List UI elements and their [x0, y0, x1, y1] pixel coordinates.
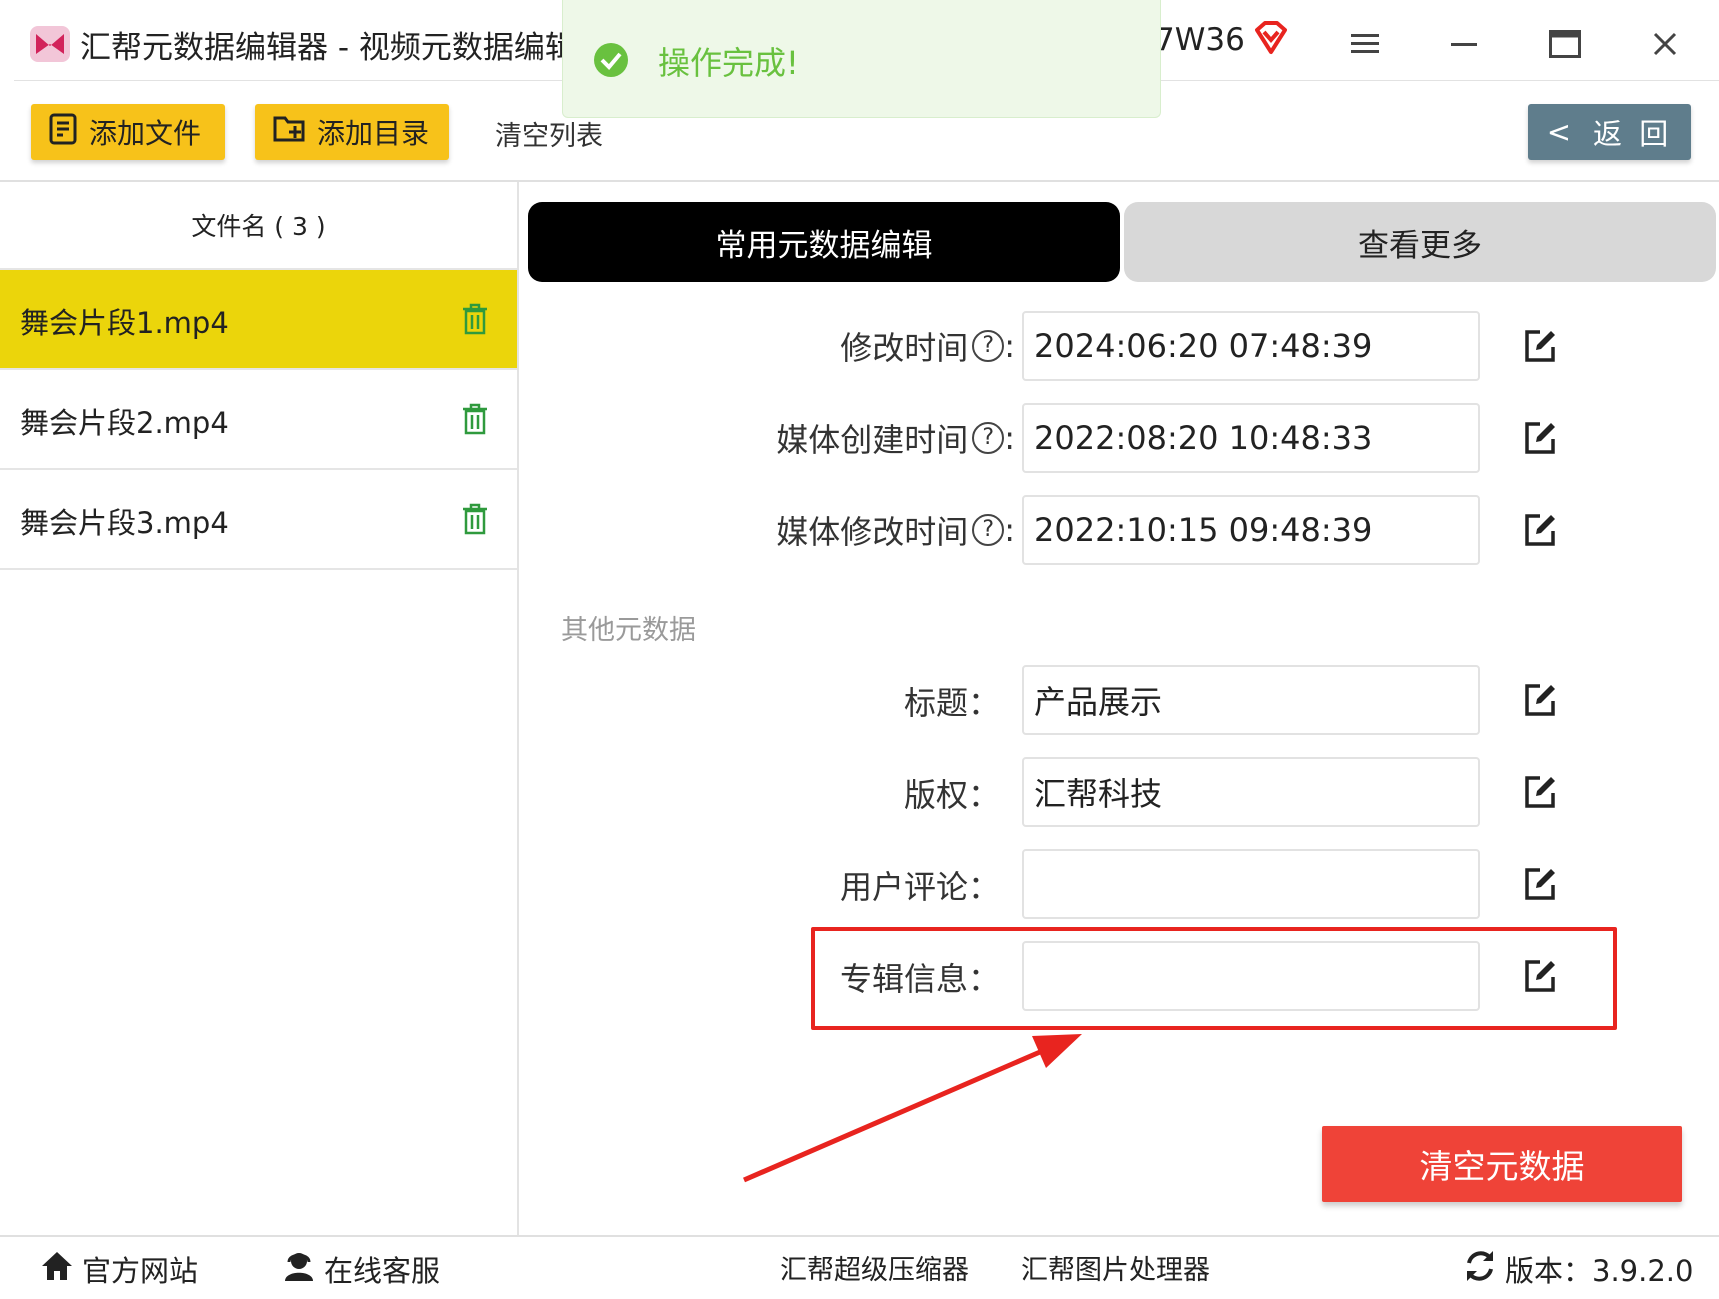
media-create-time-label-group: 媒体创建时间 ? :: [740, 418, 1015, 459]
minimize-icon[interactable]: [1442, 22, 1486, 66]
label-colon: :: [1004, 327, 1015, 365]
check-circle-icon: [593, 42, 629, 78]
file-name: 舞会片段3.mp4: [20, 506, 229, 540]
label-colon: :: [1004, 511, 1015, 549]
modify-time-input[interactable]: [1022, 311, 1480, 381]
copyright-input[interactable]: [1022, 757, 1480, 827]
file-list-header: 文件名 ( 3 ): [0, 182, 517, 270]
tab-view-more[interactable]: 查看更多: [1124, 202, 1716, 282]
version-info[interactable]: 版本：3.9.2.0: [1463, 1248, 1693, 1290]
edit-icon[interactable]: [1522, 774, 1558, 810]
file-name: 舞会片段2.mp4: [20, 406, 229, 440]
file-row[interactable]: 舞会片段3.mp4: [0, 470, 517, 570]
file-row[interactable]: 舞会片段1.mp4: [0, 270, 517, 370]
title-input[interactable]: [1022, 665, 1480, 735]
success-toast: 操作完成!: [562, 0, 1161, 118]
annotation-arrow-icon: [740, 1030, 1090, 1190]
tab-common-metadata[interactable]: 常用元数据编辑: [528, 202, 1120, 282]
headset-user-icon: [282, 1250, 316, 1289]
close-icon[interactable]: [1643, 22, 1687, 66]
edit-icon[interactable]: [1522, 682, 1558, 718]
home-icon: [40, 1250, 74, 1289]
online-support-label: 在线客服: [324, 1254, 441, 1288]
modify-time-label-group: 修改时间 ? :: [820, 326, 1015, 367]
add-directory-label: 添加目录: [317, 117, 430, 150]
add-file-button[interactable]: 添加文件: [31, 104, 225, 160]
help-icon[interactable]: ?: [972, 514, 1005, 546]
add-directory-button[interactable]: 添加目录: [255, 104, 449, 160]
refresh-icon: [1463, 1249, 1497, 1290]
official-website-link[interactable]: 官方网站: [40, 1248, 198, 1290]
help-icon[interactable]: ?: [972, 330, 1005, 362]
app-logo-icon: [30, 26, 70, 62]
folder-add-icon: [273, 114, 307, 151]
media-create-time-label: 媒体创建时间: [776, 421, 969, 459]
online-support-link[interactable]: 在线客服: [282, 1248, 440, 1290]
annotation-highlight-box: [811, 927, 1617, 1030]
compressor-link[interactable]: 汇帮超级压缩器: [780, 1248, 969, 1287]
add-file-label: 添加文件: [89, 117, 202, 150]
image-processor-link[interactable]: 汇帮图片处理器: [1021, 1248, 1210, 1287]
window-title: 汇帮元数据编辑器 - 视频元数据编辑: [80, 30, 576, 66]
window-title-suffix: 7W36: [1155, 22, 1245, 58]
comment-input[interactable]: [1022, 849, 1480, 919]
toast-message: 操作完成!: [658, 44, 799, 82]
file-list-panel: 文件名 ( 3 ) 舞会片段1.mp4 舞会片段2.mp4 舞会片段3.mp4: [0, 182, 519, 1235]
edit-icon[interactable]: [1522, 420, 1558, 456]
trash-icon[interactable]: [460, 302, 490, 336]
copyright-field-label: 版权：: [903, 776, 1000, 814]
clear-list-button[interactable]: 清空列表: [495, 114, 603, 153]
modify-time-label: 修改时间: [840, 329, 969, 367]
comment-field-label: 用户评论：: [839, 868, 1000, 906]
help-icon[interactable]: ?: [972, 422, 1005, 454]
media-modify-time-input[interactable]: [1022, 495, 1480, 565]
version-label: 版本：3.9.2.0: [1505, 1254, 1694, 1288]
chevron-left-icon: <: [1546, 115, 1576, 149]
file-row[interactable]: 舞会片段2.mp4: [0, 370, 517, 470]
clear-metadata-button[interactable]: 清空元数据: [1322, 1126, 1682, 1202]
maximize-icon[interactable]: [1543, 22, 1587, 66]
back-button[interactable]: < 返 回: [1528, 104, 1691, 160]
vip-diamond-icon[interactable]: [1253, 20, 1289, 56]
edit-icon[interactable]: [1522, 866, 1558, 902]
title-field-label: 标题：: [903, 684, 1000, 722]
menu-icon[interactable]: [1343, 22, 1387, 66]
edit-icon[interactable]: [1522, 328, 1558, 364]
back-label: 返 回: [1593, 117, 1673, 151]
media-modify-time-label: 媒体修改时间: [776, 513, 969, 551]
footer-divider: [0, 1235, 1719, 1237]
file-list-icon: [49, 113, 79, 152]
trash-icon[interactable]: [460, 502, 490, 536]
media-modify-time-label-group: 媒体修改时间 ? :: [740, 510, 1015, 551]
label-colon: :: [1004, 419, 1015, 457]
official-website-label: 官方网站: [82, 1254, 199, 1288]
media-create-time-input[interactable]: [1022, 403, 1480, 473]
file-name: 舞会片段1.mp4: [20, 306, 229, 340]
section-other-metadata: 其他元数据: [561, 615, 696, 646]
edit-icon[interactable]: [1522, 512, 1558, 548]
trash-icon[interactable]: [460, 402, 490, 436]
